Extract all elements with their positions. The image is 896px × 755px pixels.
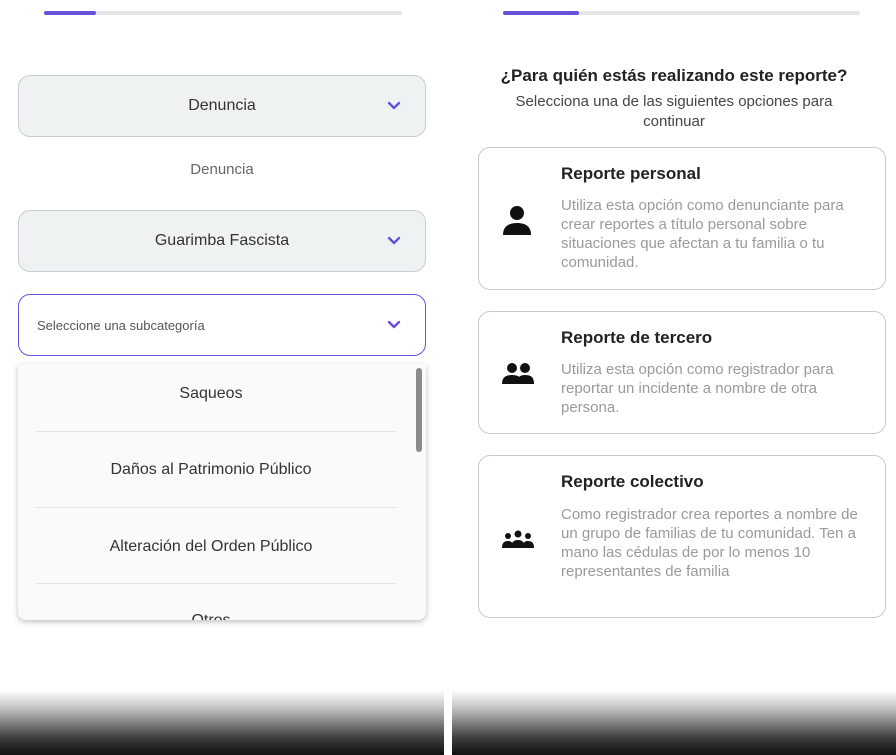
subcategory-dropdown: Saqueos Daños al Patrimonio Público Alte… [18, 364, 426, 620]
bottom-fade [0, 690, 444, 755]
group-icon [502, 530, 534, 548]
card-reporte-tercero[interactable]: Reporte de tercero Utiliza esta opción c… [478, 311, 886, 434]
divider [36, 507, 396, 508]
card-description: Utiliza esta opción como registrador par… [561, 361, 834, 416]
person-icon [503, 206, 531, 235]
chevron-down-icon [387, 320, 401, 329]
two-people-icon [502, 363, 534, 384]
category-caption: Denuncia [190, 161, 254, 178]
card-title: Reporte de tercero [561, 328, 713, 347]
progress-bar [503, 11, 860, 15]
card-title: Reporte personal [561, 164, 701, 183]
card-reporte-personal[interactable]: Reporte personal Utiliza esta opción com… [478, 147, 886, 290]
subcategory-select[interactable]: Seleccione una subcategoría [18, 294, 426, 356]
type-select-value: Guarimba Fascista [154, 232, 290, 249]
chevron-down-icon [387, 101, 401, 110]
progress-bar [44, 11, 402, 15]
right-screen: ¿Para quién estás realizando este report… [452, 0, 896, 755]
type-select[interactable]: Guarimba Fascista [18, 210, 426, 272]
dropdown-scrollbar[interactable] [416, 368, 422, 452]
card-title: Reporte colectivo [561, 472, 704, 491]
card-description: Como registrador crea reportes a nombre … [561, 506, 858, 580]
dropdown-option-alteracion[interactable]: Alteración del Orden Público [18, 538, 404, 556]
dropdown-option-danos[interactable]: Daños al Patrimonio Público [18, 461, 404, 479]
bottom-fade [452, 690, 896, 755]
card-reporte-colectivo[interactable]: Reporte colectivo Como registrador crea … [478, 455, 886, 618]
page-title: ¿Para quién estás realizando este report… [500, 66, 848, 85]
left-screen: Denuncia Denuncia Guarimba Fascista Sele… [0, 0, 444, 755]
page-subtitle: Selecciona una de las siguientes opcione… [515, 93, 833, 130]
card-description: Utiliza esta opción como denunciante par… [561, 197, 844, 271]
dropdown-option-saqueos[interactable]: Saqueos [18, 385, 404, 403]
category-select-value: Denuncia [188, 97, 256, 114]
dropdown-option-otros[interactable]: Otros [18, 612, 404, 620]
progress-fill [503, 11, 579, 15]
divider [36, 583, 396, 584]
divider [36, 431, 396, 432]
category-select[interactable]: Denuncia [18, 75, 426, 137]
progress-fill [44, 11, 96, 15]
screen-divider [444, 0, 452, 755]
subcategory-placeholder: Seleccione una subcategoría [37, 317, 205, 333]
chevron-down-icon [387, 236, 401, 245]
